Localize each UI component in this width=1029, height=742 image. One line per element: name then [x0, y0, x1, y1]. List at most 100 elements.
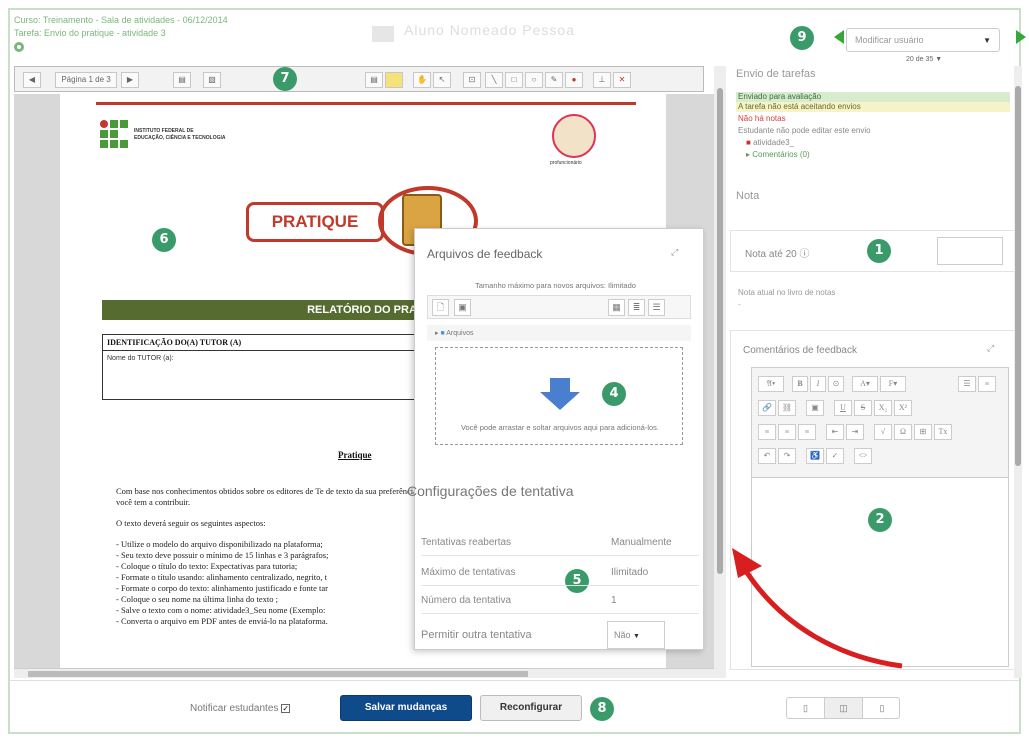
list-view-icon[interactable]: ≣ — [628, 299, 645, 316]
create-folder-icon[interactable]: ▣ — [454, 299, 471, 316]
align-right-icon[interactable]: ≡ — [798, 424, 816, 440]
tree-view-icon[interactable]: ☰ — [648, 299, 665, 316]
outdent-icon[interactable]: ⇤ — [826, 424, 844, 440]
notify-checkbox[interactable]: ✓ — [281, 703, 291, 713]
next-page-icon[interactable]: ▶ — [121, 72, 139, 88]
attempt-row: Tentativas reabertas Manualmente — [421, 537, 699, 548]
line-tool-icon[interactable]: ╲ — [485, 72, 503, 88]
task-breadcrumb[interactable]: Tarefa: Envio do pratique - atividade 3 — [14, 27, 714, 40]
bold-icon[interactable]: B — [792, 376, 808, 392]
collapse-review-icon[interactable]: ▯ — [787, 698, 825, 718]
comment-tool-icon[interactable]: ▤ — [365, 72, 383, 88]
rectangle-tool-icon[interactable]: □ — [505, 72, 523, 88]
pan-hand-icon[interactable]: ✋ — [413, 72, 431, 88]
default-layout-icon[interactable]: ◫ — [825, 698, 863, 718]
attempt-row-label: Número da tentativa — [421, 595, 512, 606]
course-breadcrumb[interactable]: Curso: Treinamento - Sala de atividades … — [14, 14, 714, 27]
folder-icon: ■ — [440, 330, 445, 337]
html-icon[interactable]: <> — [854, 448, 872, 464]
notify-students-label: Notificar estudantes — [190, 703, 279, 714]
scrollbar-thumb[interactable] — [28, 671, 528, 677]
redo-icon[interactable]: ↷ — [778, 448, 796, 464]
equation-icon[interactable]: √ — [874, 424, 892, 440]
divider — [421, 555, 699, 556]
indent-icon[interactable]: ⇥ — [846, 424, 864, 440]
stamp-tool-icon[interactable]: ⊥ — [593, 72, 611, 88]
change-user-select[interactable]: Modificar usuário ▼ — [846, 28, 1000, 52]
callout-badge-6: 6 — [152, 228, 176, 252]
current-grade-label: Nota atual no livro de notas — [738, 288, 836, 297]
pen-tool-icon[interactable]: ✎ — [545, 72, 563, 88]
undo-style-icon[interactable]: ⊙ — [828, 376, 844, 392]
search-comments-icon[interactable]: ▤ — [173, 72, 191, 88]
image-icon[interactable]: ▣ — [806, 400, 824, 416]
file-drop-zone[interactable]: 4 Você pode arrastar e soltar arquivos a… — [435, 347, 683, 445]
prev-page-icon[interactable]: ◀ — [23, 72, 41, 88]
superscript-icon[interactable]: X² — [894, 400, 912, 416]
select-arrow-icon[interactable]: ↖ — [433, 72, 451, 88]
sidebar-scrollbar[interactable] — [1014, 66, 1022, 678]
status-no-grades: Não há notas — [738, 114, 786, 123]
underline-icon[interactable]: U — [834, 400, 852, 416]
italic-icon[interactable]: I — [810, 376, 826, 392]
reset-button[interactable]: Reconfigurar — [480, 695, 582, 721]
undo-icon[interactable]: ↶ — [758, 448, 776, 464]
align-left-icon[interactable]: ≡ — [758, 424, 776, 440]
drop-arrow-icon — [540, 378, 580, 410]
expand-icon[interactable]: ⤢ — [987, 343, 994, 354]
spellcheck-icon[interactable]: ✓ — [826, 448, 844, 464]
unlink-icon[interactable]: ⛓ — [778, 400, 796, 416]
callout-badge-4: 4 — [602, 382, 626, 406]
folder-name: Arquivos — [446, 330, 474, 337]
strikethrough-icon[interactable]: S — [854, 400, 872, 416]
institute-name: INSTITUTO FEDERAL DE EDUCAÇÃO, CIÊNCIA E… — [134, 128, 225, 142]
gear-icon[interactable] — [14, 42, 24, 52]
previous-user-arrow-icon[interactable] — [834, 30, 844, 44]
table-icon[interactable]: ⊞ — [914, 424, 932, 440]
link-icon[interactable]: 🔗 — [758, 400, 776, 416]
align-center-icon[interactable]: ≡ — [778, 424, 796, 440]
subscript-icon[interactable]: X₂ — [874, 400, 892, 416]
scrollbar-thumb[interactable] — [717, 88, 723, 574]
next-user-arrow-icon[interactable] — [1016, 30, 1026, 44]
allow-attempt-select[interactable]: Não ▼ — [607, 621, 665, 649]
status-cannot-edit: Estudante não pode editar este envio — [738, 126, 871, 135]
font-size-icon[interactable]: F▾ — [880, 376, 906, 392]
clear-format-icon[interactable]: Tx — [934, 424, 952, 440]
folder-path[interactable]: ▸ ■ Arquivos — [427, 325, 691, 341]
divider — [421, 613, 699, 614]
expand-icon[interactable]: ⤢ — [671, 247, 678, 258]
institute-name-line1: INSTITUTO FEDERAL DE — [134, 128, 194, 134]
font-family-icon[interactable]: 𝔄▾ — [758, 376, 784, 392]
comment-color-icon[interactable] — [385, 72, 403, 88]
collapse-grade-icon[interactable]: ▯ — [863, 698, 901, 718]
close-icon[interactable]: ✕ — [613, 72, 631, 88]
annotation-toolbar: ◀ Página 1 de 3 ▶ ▤ ▧ 7 ▤ ✋ ↖ ⊡ ╲ □ ○ ✎ … — [14, 66, 704, 92]
add-file-icon[interactable]: 🗋 — [432, 299, 449, 316]
page-select[interactable]: Página 1 de 3 — [55, 72, 117, 88]
special-char-icon[interactable]: Ω — [894, 424, 912, 440]
submission-file-link[interactable]: ■ atividade3_ — [736, 138, 1010, 148]
oval-tool-icon[interactable]: ○ — [525, 72, 543, 88]
callout-badge-2: 2 — [868, 508, 892, 532]
notify-students[interactable]: Notificar estudantes ✓ — [190, 703, 291, 714]
save-changes-button[interactable]: Salvar mudanças — [340, 695, 472, 721]
color-drop-icon[interactable]: ● — [565, 72, 583, 88]
user-picture — [372, 26, 394, 42]
ordered-list-icon[interactable]: ≡ — [978, 376, 996, 392]
feedback-comments-title: Comentários de feedback — [743, 345, 857, 356]
school-caption: profuncionário — [550, 160, 582, 166]
scrollbar-thumb[interactable] — [1015, 86, 1021, 466]
grade-input[interactable] — [937, 237, 1003, 265]
unordered-list-icon[interactable]: ☰ — [958, 376, 976, 392]
stamp-comment-icon[interactable]: ⊡ — [463, 72, 481, 88]
text-color-icon[interactable]: A▾ — [852, 376, 878, 392]
icon-view-icon[interactable]: ▦ — [608, 299, 625, 316]
comments-link[interactable]: ▸ Comentários (0) — [736, 150, 1010, 160]
comments-label: Comentários (0) — [752, 150, 810, 159]
document-horizontal-scrollbar[interactable] — [14, 668, 714, 678]
accessibility-icon[interactable]: ♿ — [806, 448, 824, 464]
expand-comments-icon[interactable]: ▧ — [203, 72, 221, 88]
institute-name-line2: EDUCAÇÃO, CIÊNCIA E TECNOLOGIA — [134, 135, 226, 141]
help-icon[interactable]: ⓘ — [800, 249, 810, 260]
